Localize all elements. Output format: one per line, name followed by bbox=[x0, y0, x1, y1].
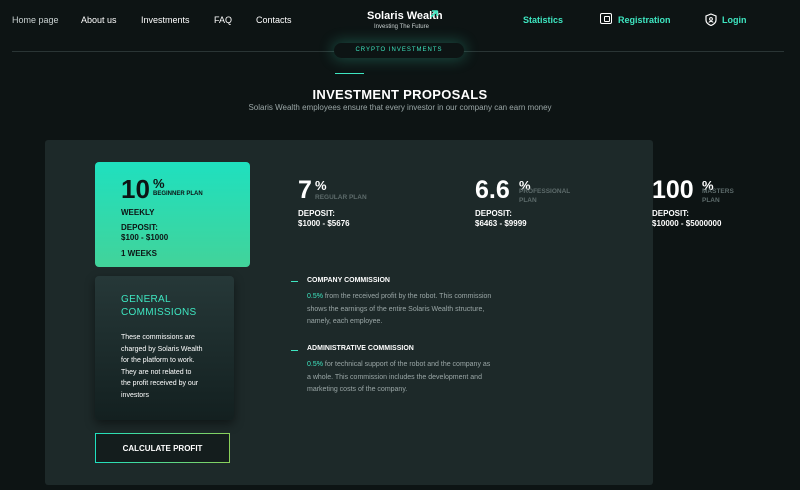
administrative-commission-text: 0.5% for technical support of the robot … bbox=[307, 361, 491, 393]
commission-dash bbox=[291, 281, 298, 282]
page-subtitle: Solaris Wealth employees ensure that eve… bbox=[248, 103, 552, 112]
nav-about-link[interactable]: About us bbox=[81, 15, 117, 25]
beginner-deposit-label: DEPOSIT: bbox=[121, 223, 158, 232]
plan-deposit-value: $6463 - $9999 bbox=[475, 219, 527, 228]
plan-name: MASTERS PLAN bbox=[702, 188, 734, 204]
beginner-period: WEEKLY bbox=[121, 208, 155, 217]
nav-statistics-link[interactable]: Statistics bbox=[523, 15, 563, 25]
shield-icon bbox=[705, 13, 717, 26]
nav-login-link[interactable]: Login bbox=[722, 15, 747, 25]
nav-contacts-link[interactable]: Contacts bbox=[256, 15, 292, 25]
plan-deposit-value: $10000 - $5000000 bbox=[652, 219, 722, 228]
plan-percent: 6.6 bbox=[475, 176, 510, 204]
plan-name: PROFESSIONAL PLAN bbox=[519, 188, 571, 204]
company-commission-title: COMPANY COMMISSION bbox=[307, 277, 390, 284]
plan-deposit-label: DEPOSIT: bbox=[298, 209, 335, 218]
general-description: These commissions are charged by Solaris… bbox=[121, 334, 203, 399]
general-commissions-card: GENERAL COMMISSIONS These commissions ar… bbox=[95, 276, 234, 420]
plan-name: REGULAR PLAN bbox=[315, 194, 367, 201]
company-commission-text: 0.5% from the received profit by the rob… bbox=[307, 293, 492, 325]
beginner-duration: 1 WEEKS bbox=[121, 249, 158, 258]
logo[interactable]: Solaris Wealth Investing The Future bbox=[367, 10, 447, 34]
plan-deposit-label: DEPOSIT: bbox=[475, 209, 512, 218]
section-pill: CRYPTO INVESTMENTS bbox=[334, 43, 464, 58]
wallet-icon bbox=[600, 13, 612, 24]
plan-percent-sign: % bbox=[315, 178, 327, 193]
beginner-plan-card[interactable]: 10 % BEGINNER PLAN WEEKLY DEPOSIT: $100 … bbox=[95, 162, 250, 267]
nav-faq-link[interactable]: FAQ bbox=[214, 15, 232, 25]
logo-arrow-icon bbox=[430, 10, 438, 18]
heading-accent-line bbox=[335, 73, 364, 74]
general-title-line2: COMMISSIONS bbox=[121, 307, 197, 318]
calculate-profit-button[interactable]: CALCULATE PROFIT bbox=[95, 433, 230, 463]
beginner-percent: 10 bbox=[121, 174, 150, 204]
plan-deposit-label: DEPOSIT: bbox=[652, 209, 689, 218]
page-title: INVESTMENT PROPOSALS bbox=[312, 87, 488, 102]
top-nav: Home page About us Investments FAQ Conta… bbox=[0, 0, 800, 40]
nav-registration-link[interactable]: Registration bbox=[618, 15, 671, 25]
administrative-commission-title: ADMINISTRATIVE COMMISSION bbox=[307, 345, 414, 352]
plan-percent: 100 bbox=[652, 176, 694, 204]
nav-home-link[interactable]: Home page bbox=[12, 15, 59, 25]
logo-subtitle: Investing The Future bbox=[374, 24, 429, 30]
general-title-line1: GENERAL bbox=[121, 294, 171, 305]
beginner-plan-name: BEGINNER PLAN bbox=[153, 191, 203, 197]
beginner-percent-sign: % bbox=[153, 176, 165, 191]
plan-deposit-value: $1000 - $5676 bbox=[298, 219, 350, 228]
commission-dash bbox=[291, 350, 298, 351]
beginner-deposit-value: $100 - $1000 bbox=[121, 233, 169, 242]
plan-percent: 7 bbox=[298, 176, 312, 204]
nav-investments-link[interactable]: Investments bbox=[141, 15, 190, 25]
